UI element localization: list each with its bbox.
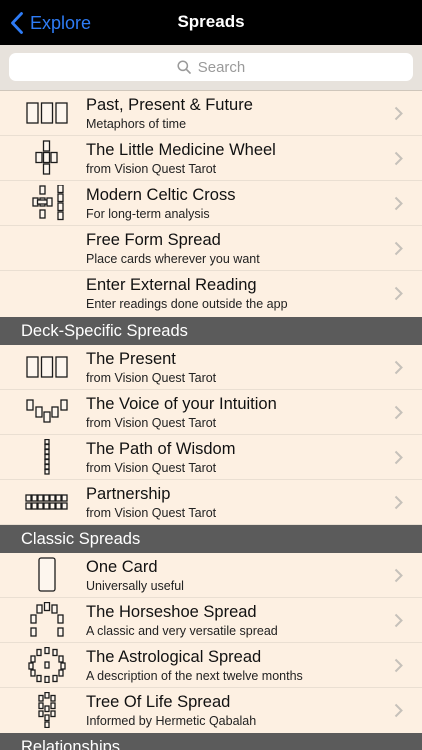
arc-spread-icon	[26, 399, 68, 423]
list-item-subtitle: For long-term analysis	[86, 207, 210, 221]
list-item[interactable]: The Voice of your Intuition from Vision …	[0, 390, 422, 435]
list-item[interactable]: The Present from Vision Quest Tarot	[0, 345, 422, 390]
single-card-icon	[38, 557, 56, 592]
horseshoe-icon	[30, 602, 64, 637]
grid-spread-icon	[25, 494, 68, 510]
list-item[interactable]: The Path of Wisdom from Vision Quest Tar…	[0, 435, 422, 480]
list-item-subtitle: from Vision Quest Tarot	[86, 506, 217, 520]
section-header: Deck-Specific Spreads	[0, 317, 422, 345]
search-icon	[177, 60, 191, 74]
search-placeholder: Search	[197, 58, 246, 76]
list-item[interactable]: Past, Present & Future Metaphors of time	[0, 91, 422, 136]
list-item-subtitle: Place cards wherever you want	[86, 252, 260, 266]
chevron-right-icon	[394, 106, 403, 121]
list-item-subtitle: from Vision Quest Tarot	[86, 162, 217, 176]
chevron-right-icon	[394, 241, 403, 256]
list-item[interactable]: The Astrological Spread A description of…	[0, 643, 422, 688]
list-item-title: The Path of Wisdom	[86, 440, 236, 458]
section-header: Classic Spreads	[0, 525, 422, 553]
chevron-right-icon	[394, 703, 403, 718]
list-item-title: The Voice of your Intuition	[86, 395, 277, 413]
list-item-title: Enter External Reading	[86, 276, 257, 294]
list-item-subtitle: Informed by Hermetic Qabalah	[86, 714, 257, 728]
chevron-right-icon	[394, 450, 403, 465]
list-item-subtitle: Metaphors of time	[86, 117, 187, 131]
list-item-title: Tree Of Life Spread	[86, 693, 231, 711]
three-card-icon	[26, 356, 68, 378]
tree-of-life-icon	[38, 692, 56, 728]
celtic-cross-icon	[32, 185, 64, 221]
list-item-subtitle: A description of the next twelve months	[86, 669, 303, 683]
list-item-title: Past, Present & Future	[86, 96, 253, 114]
list-item-subtitle: from Vision Quest Tarot	[86, 416, 217, 430]
chevron-right-icon	[394, 151, 403, 166]
list-item[interactable]: Modern Celtic Cross For long-term analys…	[0, 181, 422, 226]
chevron-right-icon	[394, 613, 403, 628]
cross-spread-icon	[35, 140, 58, 175]
chevron-right-icon	[394, 360, 403, 375]
list-item-title: The Astrological Spread	[86, 648, 262, 666]
list-item-title: Partnership	[86, 485, 171, 503]
navigation-bar: Explore Spreads	[0, 0, 422, 45]
chevron-right-icon	[394, 286, 403, 301]
search-bar: Search	[0, 45, 422, 91]
list-item-subtitle: Enter readings done outside the app	[86, 297, 288, 311]
list-item-title: One Card	[86, 558, 158, 576]
list-item-subtitle: from Vision Quest Tarot	[86, 371, 217, 385]
list-item-title: Modern Celtic Cross	[86, 186, 236, 204]
list-item[interactable]: Tree Of Life Spread Informed by Hermetic…	[0, 688, 422, 733]
list-item-title: The Horseshoe Spread	[86, 603, 257, 621]
chevron-right-icon	[394, 495, 403, 510]
chevron-right-icon	[394, 196, 403, 211]
column-spread-icon	[44, 439, 50, 475]
list-item[interactable]: One Card Universally useful	[0, 553, 422, 598]
chevron-right-icon	[394, 405, 403, 420]
list-item[interactable]: The Horseshoe Spread A classic and very …	[0, 598, 422, 643]
list-item[interactable]: Free Form Spread Place cards wherever yo…	[0, 226, 422, 271]
chevron-right-icon	[394, 568, 403, 583]
chevron-right-icon	[394, 658, 403, 673]
list-item[interactable]: Enter External Reading Enter readings do…	[0, 271, 422, 316]
section-header: Relationships	[0, 733, 422, 750]
list-item[interactable]: Partnership from Vision Quest Tarot	[0, 480, 422, 525]
list-item-title: The Little Medicine Wheel	[86, 141, 276, 159]
list-item-subtitle: from Vision Quest Tarot	[86, 461, 217, 475]
spread-list: Past, Present & Future Metaphors of time…	[0, 91, 422, 750]
list-item-subtitle: A classic and very versatile spread	[86, 624, 278, 638]
three-card-icon	[26, 102, 68, 124]
list-item-title: Free Form Spread	[86, 231, 221, 249]
list-item-subtitle: Universally useful	[86, 579, 184, 593]
list-item-title: The Present	[86, 350, 176, 368]
search-input[interactable]: Search	[9, 53, 413, 81]
circle-spread-icon	[28, 647, 66, 683]
list-item[interactable]: The Little Medicine Wheel from Vision Qu…	[0, 136, 422, 181]
page-title: Spreads	[177, 12, 245, 31]
